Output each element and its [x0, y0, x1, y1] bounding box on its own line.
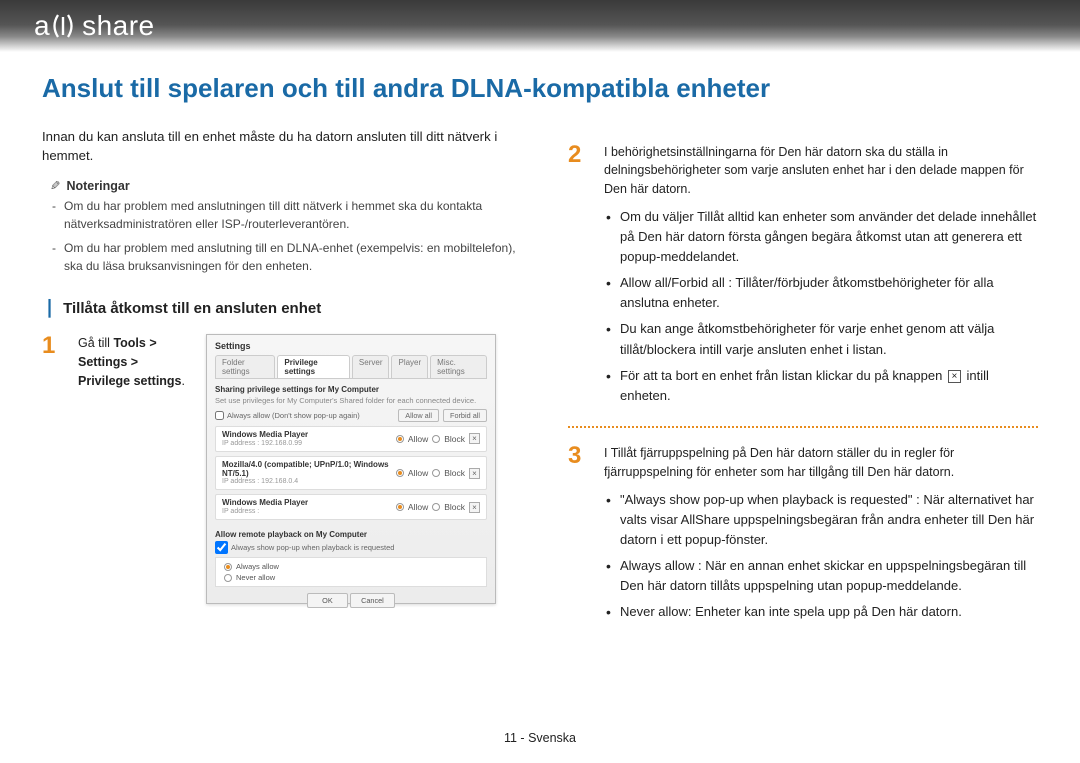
- ss-tab-row: Folder settings Privilege settings Serve…: [215, 355, 487, 379]
- close-icon: ×: [948, 370, 961, 383]
- notes-block: Noteringar Om du har problem med anslutn…: [50, 178, 532, 275]
- remove-device-button[interactable]: ×: [469, 433, 480, 444]
- ss-popup-checkbox[interactable]: Always show pop-up when playback is requ…: [215, 541, 487, 554]
- step-3-intro: I Tillåt fjärruppspelning på Den här dat…: [604, 446, 954, 479]
- never-allow-radio[interactable]: [224, 574, 232, 582]
- step-2: 2 I behörighetsinställningarna för Den h…: [568, 143, 1038, 413]
- ss-ok-button[interactable]: OK: [307, 593, 348, 608]
- step3-bullet: Always allow : När en annan enhet skicka…: [604, 556, 1038, 596]
- header-band: a share: [0, 0, 1080, 52]
- note-item: Om du har problem med anslutningen till …: [64, 197, 532, 233]
- block-radio[interactable]: [432, 435, 440, 443]
- ss-device-row: Mozilla/4.0 (compatible; UPnP/1.0; Windo…: [215, 456, 487, 491]
- always-allow-radio[interactable]: [224, 563, 232, 571]
- page-title: Anslut till spelaren och till andra DLNA…: [42, 72, 1038, 105]
- ss-allow-all-button[interactable]: Allow all: [398, 409, 439, 422]
- ss-tab[interactable]: Player: [391, 355, 428, 378]
- ss-tab[interactable]: Misc. settings: [430, 355, 487, 378]
- step-number-2: 2: [568, 143, 590, 167]
- allshare-logo: a share: [34, 10, 155, 42]
- ss-device-row: Windows Media Player IP address : Allow …: [215, 494, 487, 520]
- section-heading: Tillåta åtkomst till en ansluten enhet: [42, 297, 532, 318]
- page-content: Anslut till spelaren och till andra DLNA…: [0, 52, 1080, 628]
- block-radio[interactable]: [432, 469, 440, 477]
- step2-bullet: Allow all/Forbid all : Tillåter/förbjude…: [604, 273, 1038, 313]
- remove-device-button[interactable]: ×: [469, 502, 480, 513]
- step-1: 1 Gå till Tools > Settings > Privilege s…: [42, 334, 532, 604]
- ss-hint: Set use privileges for My Computer's Sha…: [215, 396, 487, 405]
- ss-tab[interactable]: Folder settings: [215, 355, 275, 378]
- ss-tab[interactable]: Server: [352, 355, 390, 378]
- remove-device-button[interactable]: ×: [469, 468, 480, 479]
- page-footer: 11 - Svenska: [0, 731, 1080, 745]
- column-left: Innan du kan ansluta till en enhet måste…: [42, 127, 532, 629]
- step2-bullet: Om du väljer Tillåt alltid kan enheter s…: [604, 207, 1038, 267]
- block-radio[interactable]: [432, 503, 440, 511]
- step2-bullet-remove: För att ta bort en enhet från listan kli…: [604, 366, 1038, 406]
- logo-text-share: share: [82, 10, 155, 42]
- ss-forbid-all-button[interactable]: Forbid all: [443, 409, 487, 422]
- step3-bullet: Never allow: Enheter kan inte spela upp …: [604, 602, 1038, 622]
- allow-radio[interactable]: [396, 435, 404, 443]
- ss-subtitle: Sharing privilege settings for My Comput…: [215, 385, 487, 394]
- ss-window-title: Settings: [215, 341, 487, 351]
- step-number-3: 3: [568, 444, 590, 468]
- ss-sec2-title: Allow remote playback on My Computer: [215, 530, 487, 539]
- allow-radio[interactable]: [396, 469, 404, 477]
- note-item: Om du har problem med anslutning till en…: [64, 239, 532, 275]
- column-right: 2 I behörighetsinställningarna för Den h…: [568, 127, 1038, 629]
- step3-bullet: "Always show pop-up when playback is req…: [604, 490, 1038, 550]
- ss-always-allow-checkbox[interactable]: Always allow (Don't show pop-up again): [215, 411, 360, 420]
- step2-bullet: Du kan ange åtkomstbehörigheter för varj…: [604, 319, 1038, 359]
- step-3: 3 I Tillåt fjärruppspelning på Den här d…: [568, 444, 1038, 628]
- ss-cancel-button[interactable]: Cancel: [350, 593, 395, 608]
- ss-tab-active[interactable]: Privilege settings: [277, 355, 350, 378]
- dotted-divider: [568, 426, 1038, 428]
- settings-screenshot: Settings Folder settings Privilege setti…: [206, 334, 496, 604]
- allow-radio[interactable]: [396, 503, 404, 511]
- ss-device-row: Windows Media Player IP address : 192.16…: [215, 426, 487, 452]
- logo-parentheses-icon: [48, 11, 78, 41]
- intro-paragraph: Innan du kan ansluta till en enhet måste…: [42, 127, 532, 167]
- step-1-text: Gå till Tools > Settings > Privilege set…: [78, 334, 188, 390]
- step-number-1: 1: [42, 334, 64, 358]
- notes-heading: Noteringar: [50, 178, 532, 193]
- step-2-intro: I behörighetsinställningarna för Den här…: [604, 145, 1024, 197]
